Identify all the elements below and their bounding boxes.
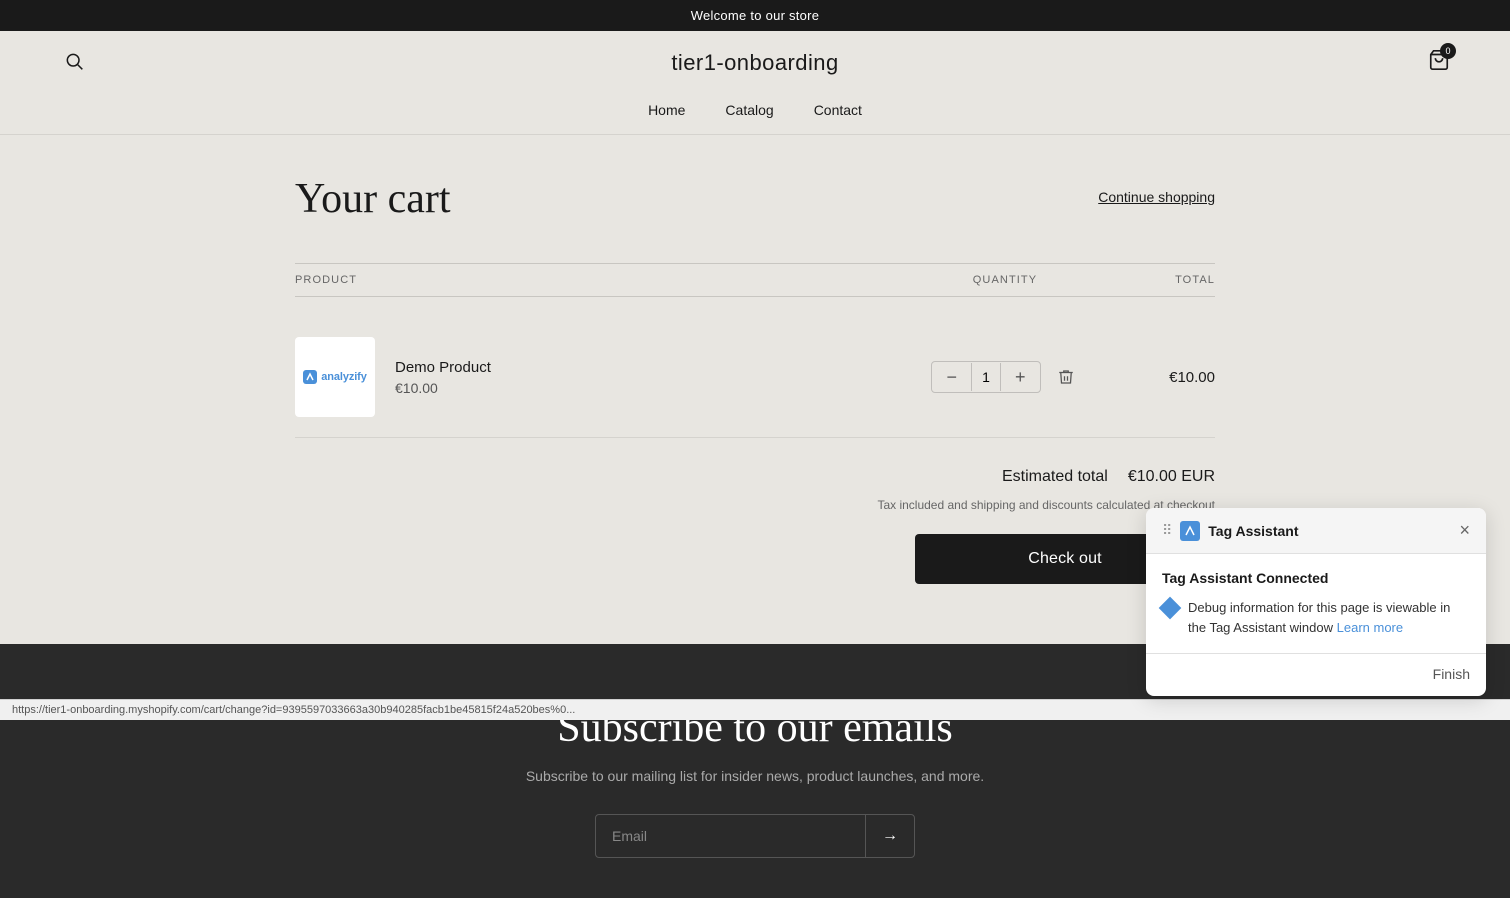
cart-header: Your cart Continue shopping xyxy=(295,175,1215,223)
product-price: €10.00 xyxy=(395,380,491,396)
cart-title: Your cart xyxy=(295,175,451,223)
product-details: Demo Product €10.00 xyxy=(395,359,491,396)
tag-logo-icon xyxy=(1180,521,1200,541)
cart-badge: 0 xyxy=(1440,43,1456,59)
email-submit-button[interactable]: → xyxy=(865,815,914,857)
estimated-total-amount: €10.00 EUR xyxy=(1128,468,1215,486)
remove-item-button[interactable] xyxy=(1053,364,1079,390)
increase-quantity-button[interactable]: + xyxy=(1001,362,1040,392)
popup-footer: Finish xyxy=(1146,653,1486,696)
nav-contact[interactable]: Contact xyxy=(814,102,862,118)
item-total: €10.00 xyxy=(1095,369,1215,386)
popup-close-button[interactable]: × xyxy=(1459,520,1470,541)
product-column-header: PRODUCT xyxy=(295,274,915,286)
product-thumbnail: analyzify xyxy=(303,370,366,384)
navigation: Home Catalog Contact xyxy=(0,94,1510,135)
estimated-total-label: Estimated total xyxy=(1002,468,1108,486)
table-row: analyzify Demo Product €10.00 − 1 + xyxy=(295,317,1215,438)
header-right-icons: 0 xyxy=(1428,49,1450,76)
quantity-column-header: QUANTITY xyxy=(915,274,1095,286)
total-column-header: TOTAL xyxy=(1095,274,1215,286)
estimated-total-row: Estimated total €10.00 EUR xyxy=(295,468,1215,486)
product-name: Demo Product xyxy=(395,359,491,376)
popup-header: ⠿ Tag Assistant × xyxy=(1146,508,1486,554)
status-url: https://tier1-onboarding.myshopify.com/c… xyxy=(12,704,575,716)
nav-catalog[interactable]: Catalog xyxy=(725,102,773,118)
tax-note: Tax included and shipping and discounts … xyxy=(295,496,1215,514)
product-image: analyzify xyxy=(295,337,375,417)
drag-handle-icon[interactable]: ⠿ xyxy=(1162,522,1172,539)
header-left-icons xyxy=(60,47,88,78)
site-logo[interactable]: tier1-onboarding xyxy=(671,50,838,76)
connected-status: Tag Assistant Connected xyxy=(1162,570,1470,586)
nav-home[interactable]: Home xyxy=(648,102,685,118)
search-icon xyxy=(64,51,84,71)
debug-text: Debug information for this page is viewa… xyxy=(1188,598,1470,637)
email-input[interactable] xyxy=(596,815,865,857)
product-info: analyzify Demo Product €10.00 xyxy=(295,337,915,417)
search-button[interactable] xyxy=(60,47,88,78)
learn-more-link[interactable]: Learn more xyxy=(1337,620,1403,635)
decrease-quantity-button[interactable]: − xyxy=(932,362,971,392)
finish-button[interactable]: Finish xyxy=(1433,666,1470,682)
quantity-control: − 1 + xyxy=(931,361,1040,393)
order-summary: Estimated total €10.00 EUR Tax included … xyxy=(295,468,1215,584)
email-form: → xyxy=(20,814,1490,858)
trash-icon xyxy=(1057,368,1075,386)
popup-title: Tag Assistant xyxy=(1208,523,1298,539)
main-content: Your cart Continue shopping PRODUCT QUAN… xyxy=(275,135,1235,644)
cart-button[interactable]: 0 xyxy=(1428,49,1450,76)
popup-body: Tag Assistant Connected Debug informatio… xyxy=(1146,554,1486,653)
announcement-bar: Welcome to our store xyxy=(0,0,1510,31)
submit-arrow-icon: → xyxy=(882,827,898,844)
continue-shopping-link[interactable]: Continue shopping xyxy=(1098,189,1215,205)
popup-header-left: ⠿ Tag Assistant xyxy=(1162,521,1299,541)
cart-table-header: PRODUCT QUANTITY TOTAL xyxy=(295,263,1215,297)
announcement-text: Welcome to our store xyxy=(691,8,820,23)
footer-subtitle: Subscribe to our mailing list for inside… xyxy=(20,768,1490,784)
header: tier1-onboarding 0 xyxy=(0,31,1510,94)
quantity-value: 1 xyxy=(971,363,1001,391)
diamond-icon xyxy=(1159,597,1182,620)
quantity-wrapper: − 1 + xyxy=(915,361,1095,393)
email-input-wrapper: → xyxy=(595,814,915,858)
debug-info: Debug information for this page is viewa… xyxy=(1162,598,1470,637)
status-bar: https://tier1-onboarding.myshopify.com/c… xyxy=(0,699,1510,720)
tag-assistant-popup: ⠿ Tag Assistant × Tag Assistant Connecte… xyxy=(1146,508,1486,696)
